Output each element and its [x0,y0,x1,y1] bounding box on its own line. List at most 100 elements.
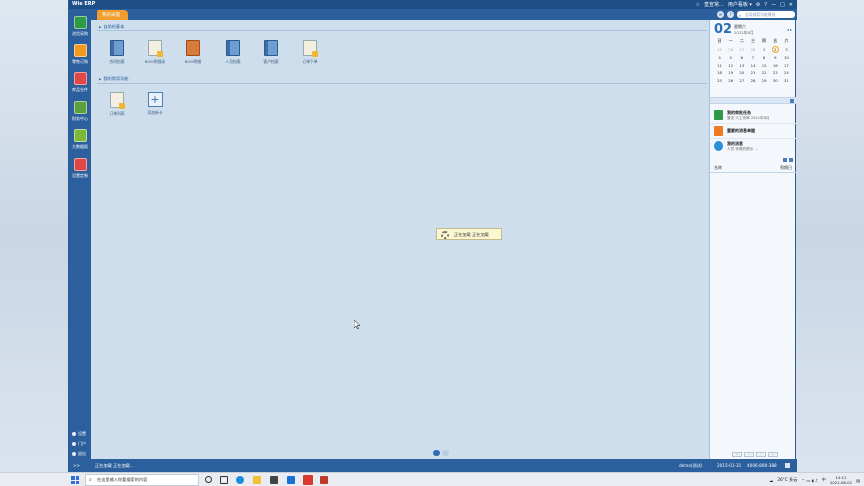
calendar-date[interactable]: 28 [747,47,758,53]
calendar-date[interactable]: 18 [714,70,725,75]
first-page-button[interactable]: « [732,452,742,457]
calendar-date[interactable]: 19 [725,70,736,75]
calendar-date[interactable]: 11 [714,63,725,68]
calendar-date[interactable]: 31 [781,78,792,83]
taskbar-search-input[interactable]: ⌕ 在这里输入你要搜索的内容 [85,474,199,486]
add-shortcut-button[interactable]: + 添加新卡 [143,92,167,116]
calendar-date[interactable]: 26 [725,47,736,53]
last-page-button[interactable]: » [768,452,778,457]
shortcut-customer[interactable]: 客户档案 [259,40,283,65]
calendar-date[interactable]: 25 [714,47,725,53]
shortcut-order[interactable]: 订单下单 [298,40,322,65]
calendar-date[interactable]: 21 [747,70,758,75]
next-page-button[interactable]: › [756,452,766,457]
nav-item-finance[interactable]: 财务中心 [70,101,90,122]
refresh-icon[interactable] [783,158,787,162]
calendar-date[interactable]: 5 [725,55,736,60]
calendar-date[interactable]: 16 [770,63,781,68]
mail-icon[interactable] [287,476,295,484]
calendar-date[interactable]: 12 [725,63,736,68]
maximize-button[interactable]: □ [780,2,785,8]
file-explorer-icon[interactable] [253,476,261,484]
calendar-date[interactable]: 4 [714,55,725,60]
calendar-date[interactable]: 23 [770,70,781,75]
nav-item-settings[interactable]: 设置定制 [70,158,90,179]
calendar-date[interactable]: 28 [747,78,758,83]
calendar-date[interactable]: 24 [781,70,792,75]
nav-settings[interactable]: 设置 [72,431,86,437]
nav-portal[interactable]: 门户 [72,441,86,447]
page-dot[interactable] [433,450,440,456]
calendar-date[interactable]: 26 [725,78,736,83]
help-circle-icon[interactable]: ? [727,11,734,18]
refresh-icon[interactable]: ⟳ [717,11,724,18]
status-text: 正在加载 正在加载... [95,463,134,468]
cortana-icon[interactable] [205,476,212,483]
calendar-date[interactable]: 27 [736,78,747,83]
store-icon[interactable] [270,476,278,484]
calendar-date[interactable]: 29 [759,78,770,83]
calendar-date[interactable]: 27 [736,47,747,53]
page-indicator[interactable] [433,450,457,456]
message-approval[interactable]: 我的审批任务 暂无 人工待审 2021年8月 [714,108,794,124]
shortcut-staff[interactable]: 人员档案 [221,40,245,65]
task-view-icon[interactable] [220,476,228,484]
shortcut-bom-entry[interactable]: BOM明细录 [143,40,167,65]
user-dashboard-menu[interactable]: 用户看板 ▾ [728,1,752,8]
calendar-date[interactable]: 1 [759,47,770,53]
weather-text[interactable]: 26°C 多云 [777,477,797,483]
chat-icon [714,141,723,151]
calendar-date[interactable]: 13 [736,63,747,68]
grid-icon[interactable] [789,158,793,162]
refresh-icon[interactable] [790,99,794,103]
calendar-date[interactable]: 15 [759,63,770,68]
close-button[interactable]: ✕ [789,2,793,8]
calendar-weekday-header: 三 [751,38,755,43]
star-icon[interactable]: ☆ [696,2,700,8]
notification-icon[interactable]: ▤ [856,478,860,483]
minimize-button[interactable]: — [771,2,776,8]
calendar-date[interactable]: 25 [714,78,725,83]
media-app-icon[interactable] [320,476,328,484]
edge-icon[interactable] [236,476,244,484]
calendar-date[interactable]: 10 [781,55,792,60]
calendar-nav[interactable]: ◂ ▸ [787,27,792,32]
page-dot[interactable] [442,450,449,456]
calendar-date[interactable]: 20 [736,70,747,75]
list-pager: « ‹ › » [732,452,778,457]
nav-item-purchase[interactable]: 进货采购 [70,16,90,37]
calendar-date[interactable]: 14 [747,63,758,68]
help-icon[interactable]: ? [764,2,767,8]
calendar-date[interactable]: 3 [781,47,792,53]
clock[interactable]: 14:11 2021-08-02 [830,475,852,485]
calendar-date[interactable]: 9 [770,55,781,60]
weather-icon[interactable]: ☁ [769,478,773,483]
tab-my-desktop[interactable]: 我的卓面 [97,10,128,20]
shortcut-order-list[interactable]: 订单列表 [105,92,129,117]
prev-page-button[interactable]: ‹ [744,452,754,457]
collapse-button[interactable]: >> [73,463,80,468]
fullscreen-icon[interactable] [785,463,790,468]
windows-start-icon[interactable] [71,476,79,484]
shortcut-contract[interactable]: 合同档案 [105,40,129,65]
calendar-date[interactable]: 17 [781,63,792,68]
calendar-date[interactable]: 30 [770,78,781,83]
settings-icon[interactable]: ⚙ [756,2,760,8]
chart-icon [73,72,87,85]
shortcut-bom[interactable]: BOM明细 [181,40,205,65]
calendar-date[interactable]: 7 [747,55,758,60]
tray-icons[interactable]: ⌃ ▭ ◖ ♪ [801,478,817,483]
calendar-date[interactable]: 6 [736,55,747,60]
message-mine[interactable]: 我的消息 人员 作用的提示 ... [714,139,794,155]
company-label[interactable]: 皇宣常... [704,1,724,8]
calendar-date[interactable]: 2 [770,45,781,53]
calendar-date[interactable]: 22 [759,70,770,75]
global-search-input[interactable]: ⌕ 全局搜索功能模块 [737,11,795,18]
nav-item-stock[interactable]: 库品仓件 [70,72,90,93]
nav-item-data[interactable]: 大数据报 [70,129,90,150]
nav-item-retail[interactable]: 零售订购 [70,44,90,65]
input-language[interactable]: 中 [822,477,826,483]
calendar-date[interactable]: 8 [759,55,770,60]
erp-app-icon[interactable] [303,475,313,485]
nav-logout[interactable]: 退出 [72,451,86,457]
